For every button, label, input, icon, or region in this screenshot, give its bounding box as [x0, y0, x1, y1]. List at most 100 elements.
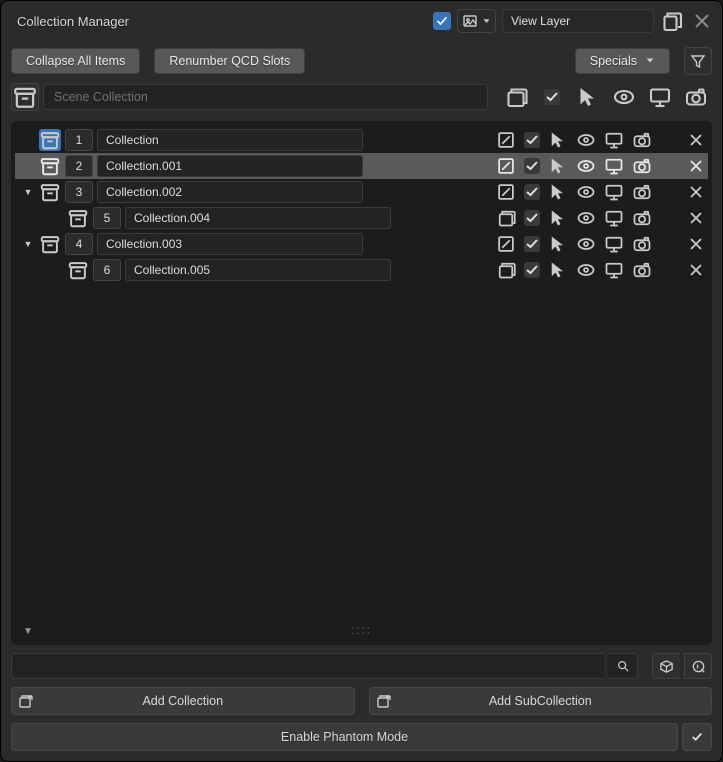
visibility-toggle[interactable]	[576, 156, 596, 176]
collection-icon[interactable]	[39, 181, 61, 203]
remove-collection-button[interactable]	[686, 260, 706, 280]
remove-collection-button[interactable]	[686, 156, 706, 176]
view-layer-browse-dropdown[interactable]	[457, 9, 496, 33]
expand-marker[interactable]: ▼	[23, 626, 33, 637]
header-visibility-icon[interactable]	[612, 85, 636, 109]
cursor-toggle[interactable]	[548, 156, 568, 176]
select-toggle[interactable]	[524, 184, 540, 200]
visibility-toggle[interactable]	[576, 130, 596, 150]
filter-search-button[interactable]	[608, 653, 638, 679]
select-toggle[interactable]	[524, 132, 540, 148]
header-render-icon[interactable]	[684, 85, 708, 109]
viewport-toggle[interactable]	[604, 260, 624, 280]
exclude-toggle[interactable]	[496, 182, 516, 202]
collection-name-field[interactable]: Collection	[97, 129, 363, 151]
visibility-toggle[interactable]	[576, 182, 596, 202]
exclude-toggle[interactable]	[496, 130, 516, 150]
collection-name-field[interactable]: Collection.005	[125, 259, 391, 281]
disclosure-triangle[interactable]	[49, 263, 63, 277]
scene-collection-icon[interactable]	[11, 83, 39, 111]
qcd-slot[interactable]: 4	[65, 233, 93, 255]
exclude-toggle[interactable]	[496, 156, 516, 176]
qcd-slot[interactable]: 6	[93, 259, 121, 281]
collection-row[interactable]: ▼ 4Collection.003	[15, 231, 708, 257]
collection-row[interactable]: 6Collection.005	[15, 257, 708, 283]
visibility-toggle[interactable]	[576, 208, 596, 228]
select-toggle[interactable]	[524, 236, 540, 252]
cursor-toggle[interactable]	[548, 130, 568, 150]
remove-collection-button[interactable]	[686, 234, 706, 254]
remove-collection-button[interactable]	[686, 130, 706, 150]
resize-handle[interactable]: ::::	[351, 623, 372, 637]
view-layer-enable-checkbox[interactable]	[433, 12, 451, 30]
viewport-toggle[interactable]	[604, 130, 624, 150]
collapse-all-button[interactable]: Collapse All Items	[11, 48, 140, 74]
header-cursor-icon[interactable]	[576, 85, 600, 109]
collection-row[interactable]: ▼ 3Collection.002	[15, 179, 708, 205]
disclosure-triangle[interactable]: ▼	[21, 237, 35, 251]
collection-row[interactable]: 2Collection.001	[15, 153, 708, 179]
filter-input[interactable]	[11, 653, 604, 679]
view-layer-name-field[interactable]: View Layer	[502, 9, 654, 33]
viewport-toggle[interactable]	[604, 208, 624, 228]
filter-qcd-button[interactable]	[684, 653, 712, 679]
specials-menu[interactable]: Specials	[575, 48, 670, 74]
collection-row[interactable]: 1Collection	[15, 127, 708, 153]
qcd-slot[interactable]: 5	[93, 207, 121, 229]
collection-name-field[interactable]: Collection.001	[97, 155, 363, 177]
collection-name-field[interactable]: Collection.003	[97, 233, 363, 255]
header-exclude-icon[interactable]	[504, 85, 528, 109]
select-toggle[interactable]	[524, 158, 540, 174]
disclosure-triangle[interactable]: ▼	[21, 185, 35, 199]
phantom-mode-button[interactable]: Enable Phantom Mode	[11, 723, 678, 751]
collection-name-field[interactable]: Collection.004	[125, 207, 391, 229]
collection-icon[interactable]	[67, 259, 89, 281]
render-toggle[interactable]	[632, 156, 652, 176]
render-toggle[interactable]	[632, 208, 652, 228]
visibility-toggle[interactable]	[576, 234, 596, 254]
qcd-slot[interactable]: 2	[65, 155, 93, 177]
cursor-toggle[interactable]	[548, 260, 568, 280]
remove-view-layer-button[interactable]	[690, 9, 714, 33]
select-toggle[interactable]	[524, 262, 540, 278]
specials-label: Specials	[590, 54, 637, 68]
exclude-toggle[interactable]	[496, 208, 516, 228]
header-viewport-icon[interactable]	[648, 85, 672, 109]
disclosure-triangle[interactable]	[21, 133, 35, 147]
header-select-icon[interactable]	[540, 85, 564, 109]
render-toggle[interactable]	[632, 234, 652, 254]
viewport-toggle[interactable]	[604, 156, 624, 176]
cursor-toggle[interactable]	[548, 234, 568, 254]
remove-collection-button[interactable]	[686, 182, 706, 202]
collection-row[interactable]: 5Collection.004	[15, 205, 708, 231]
collection-icon[interactable]	[39, 233, 61, 255]
cursor-toggle[interactable]	[548, 182, 568, 202]
disclosure-triangle[interactable]	[49, 211, 63, 225]
disclosure-triangle[interactable]	[21, 159, 35, 173]
filter-restrict-button[interactable]	[652, 653, 680, 679]
cursor-toggle[interactable]	[548, 208, 568, 228]
add-collection-button[interactable]: Add Collection	[11, 687, 355, 715]
qcd-slot[interactable]: 3	[65, 181, 93, 203]
phantom-mode-checkbox[interactable]	[682, 723, 712, 751]
viewport-toggle[interactable]	[604, 234, 624, 254]
scene-collection-field[interactable]: Scene Collection	[43, 84, 488, 110]
render-toggle[interactable]	[632, 260, 652, 280]
qcd-slot[interactable]: 1	[65, 129, 93, 151]
select-toggle[interactable]	[524, 210, 540, 226]
visibility-toggle[interactable]	[576, 260, 596, 280]
add-subcollection-button[interactable]: Add SubCollection	[369, 687, 713, 715]
collection-icon[interactable]	[39, 129, 61, 151]
viewport-toggle[interactable]	[604, 182, 624, 202]
exclude-toggle[interactable]	[496, 234, 516, 254]
renumber-qcd-button[interactable]: Renumber QCD Slots	[154, 48, 305, 74]
exclude-toggle[interactable]	[496, 260, 516, 280]
collection-name-field[interactable]: Collection.002	[97, 181, 363, 203]
remove-collection-button[interactable]	[686, 208, 706, 228]
render-toggle[interactable]	[632, 130, 652, 150]
render-toggle[interactable]	[632, 182, 652, 202]
new-view-layer-button[interactable]	[660, 9, 684, 33]
collection-icon[interactable]	[67, 207, 89, 229]
filter-button[interactable]	[684, 47, 712, 75]
collection-icon[interactable]	[39, 155, 61, 177]
